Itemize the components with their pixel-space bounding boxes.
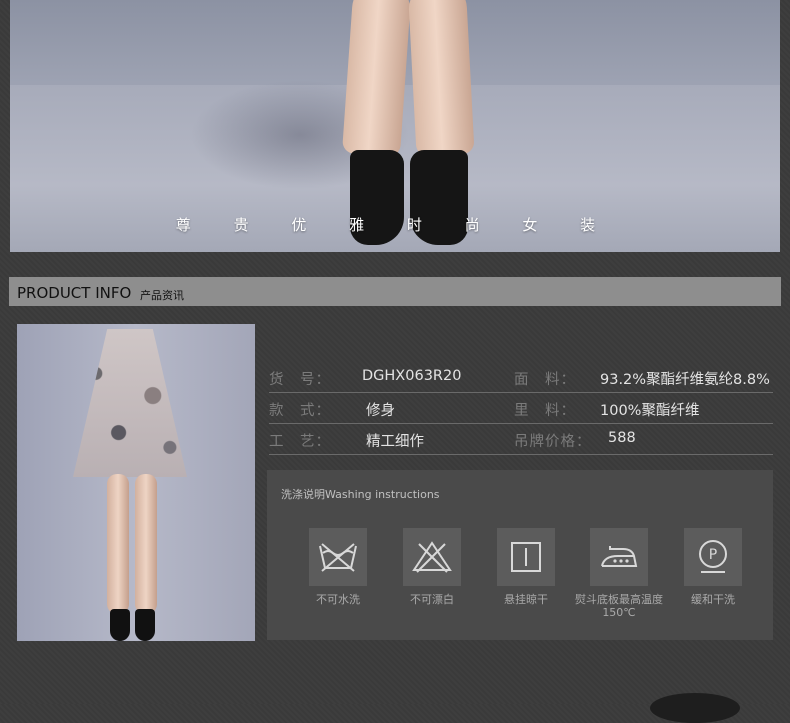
no-bleach-icon: [403, 528, 461, 586]
photo-right-leg: [135, 474, 157, 614]
hero-caption: 尊 贵 优 雅 时 尚 女 装: [175, 216, 615, 234]
craft-label: 工 艺：: [269, 434, 331, 450]
wash-item-hang-dry: 悬挂晾干: [479, 528, 573, 606]
wash-label: 熨斗底板最高温度150℃: [575, 593, 663, 619]
info-row-3: 工 艺： 精工细作 吊牌价格： 588: [269, 424, 773, 455]
wash-item-iron: 熨斗底板最高温度150℃: [572, 528, 666, 619]
hang-dry-icon: [497, 528, 555, 586]
wash-label: 不可水洗: [316, 593, 360, 606]
washing-title: 洗涤说明Washing instructions: [281, 488, 440, 501]
iron-150-icon: [590, 528, 648, 586]
wash-item-dry-clean: P 缓和干洗: [666, 528, 760, 606]
hero-banner: 尊 贵 优 雅 时 尚 女 装: [10, 0, 780, 252]
fabric-label: 面 料：: [514, 372, 576, 388]
product-photo: [17, 324, 255, 641]
item-number-label: 货 号：: [269, 372, 331, 388]
wash-label: 悬挂晾干: [504, 593, 548, 606]
style-label: 款 式：: [269, 403, 331, 419]
svg-text:P: P: [709, 547, 717, 563]
washing-instructions-panel: 洗涤说明Washing instructions 不可水洗 不可漂白 悬挂晾干 …: [267, 470, 773, 640]
lining-label: 里 料：: [514, 403, 576, 419]
photo-left-leg: [107, 474, 129, 614]
item-number-value: DGHX063R20: [362, 368, 462, 384]
section-title-en: PRODUCT INFO: [17, 284, 132, 302]
floral-skirt: [73, 329, 187, 477]
info-row-1: 货 号： DGHX063R20 面 料： 93.2%聚酯纤维氨纶8.8%: [269, 362, 773, 393]
section-title-zh: 产品资讯: [140, 289, 184, 302]
gentle-dry-clean-icon: P: [684, 528, 742, 586]
decorative-shape: [650, 693, 740, 723]
tag-price-label: 吊牌价格：: [514, 434, 592, 450]
fabric-value: 93.2%聚酯纤维氨纶8.8%: [600, 372, 770, 388]
photo-right-shoe: [135, 609, 155, 641]
lining-value: 100%聚酯纤维: [600, 403, 700, 419]
craft-value: 精工细作: [366, 434, 424, 450]
style-value: 修身: [366, 403, 395, 419]
no-machine-wash-icon: [309, 528, 367, 586]
wash-item-no-machine-wash: 不可水洗: [291, 528, 385, 606]
wash-item-no-bleach: 不可漂白: [385, 528, 479, 606]
model-right-leg: [407, 0, 475, 157]
photo-left-shoe: [110, 609, 130, 641]
info-row-2: 款 式： 修身 里 料： 100%聚酯纤维: [269, 393, 773, 424]
tag-price-value: 588: [608, 430, 636, 446]
wash-label: 缓和干洗: [691, 593, 735, 606]
product-info-header: PRODUCT INFO 产品资讯: [9, 277, 781, 306]
wash-label: 不可漂白: [410, 593, 454, 606]
